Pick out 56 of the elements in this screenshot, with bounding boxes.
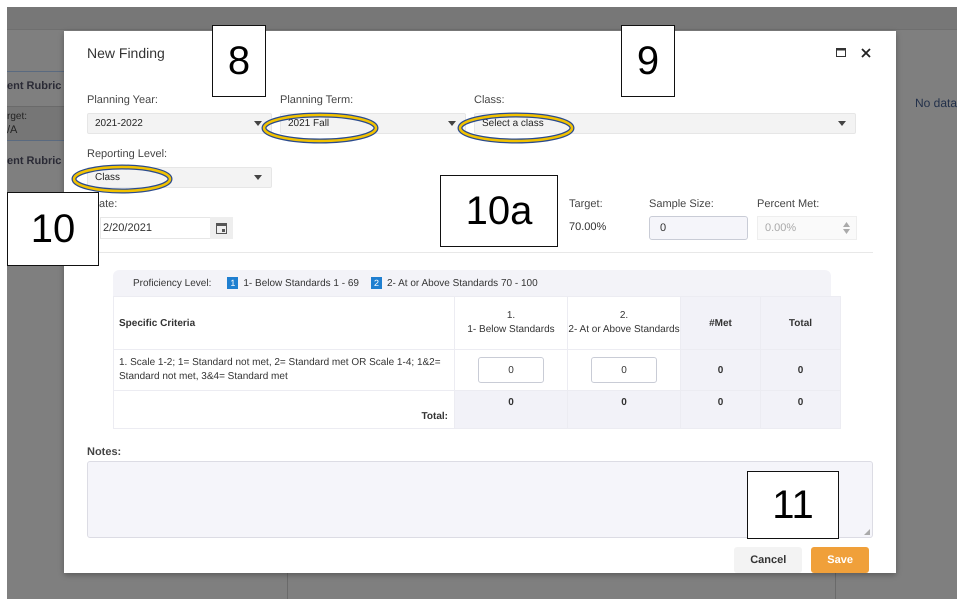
target-value: 70.00% (569, 221, 608, 234)
column-header: 1. 1- Below Standards (454, 296, 568, 350)
date-field[interactable]: 2/20/2021 (100, 217, 210, 240)
field-label: Notes: (87, 446, 122, 460)
table-cell: 0 (680, 390, 760, 428)
dialog-title: New Finding (87, 44, 165, 61)
sample-size-field[interactable]: 0 (649, 216, 748, 240)
level-badge: 2 (371, 277, 382, 289)
caret-icon (448, 121, 456, 126)
legend-text: 2- At or Above Standards 70 - 100 (387, 278, 538, 288)
class-dropdown[interactable]: Select a class (474, 113, 856, 134)
panel-text: ent Rubric (7, 154, 62, 169)
count-field[interactable]: 0 (591, 357, 657, 383)
table-cell: 0 (760, 350, 840, 390)
callout-label: 11 (747, 471, 839, 539)
field-label: ate: (98, 198, 118, 212)
panel-text: rget: (7, 106, 65, 122)
panel-text: ent Rubric (7, 79, 62, 94)
column-header: Total (760, 296, 840, 350)
calendar-button[interactable] (210, 217, 233, 240)
spinner-icon (843, 222, 850, 234)
column-header: Specific Criteria (114, 296, 454, 350)
callout-label: 10a (440, 175, 558, 247)
table-cell: 0 (454, 390, 568, 428)
field-label: Class: (474, 94, 505, 108)
table-cell: Total: (114, 390, 454, 428)
calendar-icon (216, 222, 227, 234)
column-header: #Met (680, 296, 760, 350)
caret-icon (838, 121, 846, 126)
legend-label: Proficiency Level: (133, 278, 212, 288)
count-field[interactable]: 0 (478, 357, 544, 383)
table-cell: 0 (568, 390, 680, 428)
panel-text: /A (7, 122, 65, 141)
callout-label: 10 (7, 192, 99, 266)
field-label: Target: (569, 198, 603, 212)
empty-message: No data (915, 96, 957, 110)
level-badge: 1 (227, 277, 238, 289)
caret-icon (254, 121, 262, 126)
field-label: Planning Term: (280, 94, 354, 108)
field-label: Sample Size: (649, 198, 714, 212)
maximize-icon[interactable] (836, 48, 846, 58)
callout-label: 9 (621, 25, 675, 97)
field-label: Planning Year: (87, 94, 158, 108)
notes-field[interactable] (87, 461, 873, 538)
resize-grip-icon (864, 529, 870, 535)
year-dropdown[interactable]: 2021-2022 (87, 113, 272, 134)
cancel-button[interactable]: Cancel (734, 547, 802, 573)
legend-text: 1- Below Standards 1 - 69 (243, 278, 359, 288)
field-label: Reporting Level: (87, 148, 168, 162)
field-label: Percent Met: (757, 198, 820, 212)
table-cell: 0 (680, 350, 760, 390)
caret-icon (254, 175, 262, 180)
callout-label: 8 (212, 25, 266, 97)
table-cell: 0 (760, 390, 840, 428)
close-icon[interactable] (861, 48, 871, 58)
column-header: 2. 2- At or Above Standards (568, 296, 680, 350)
